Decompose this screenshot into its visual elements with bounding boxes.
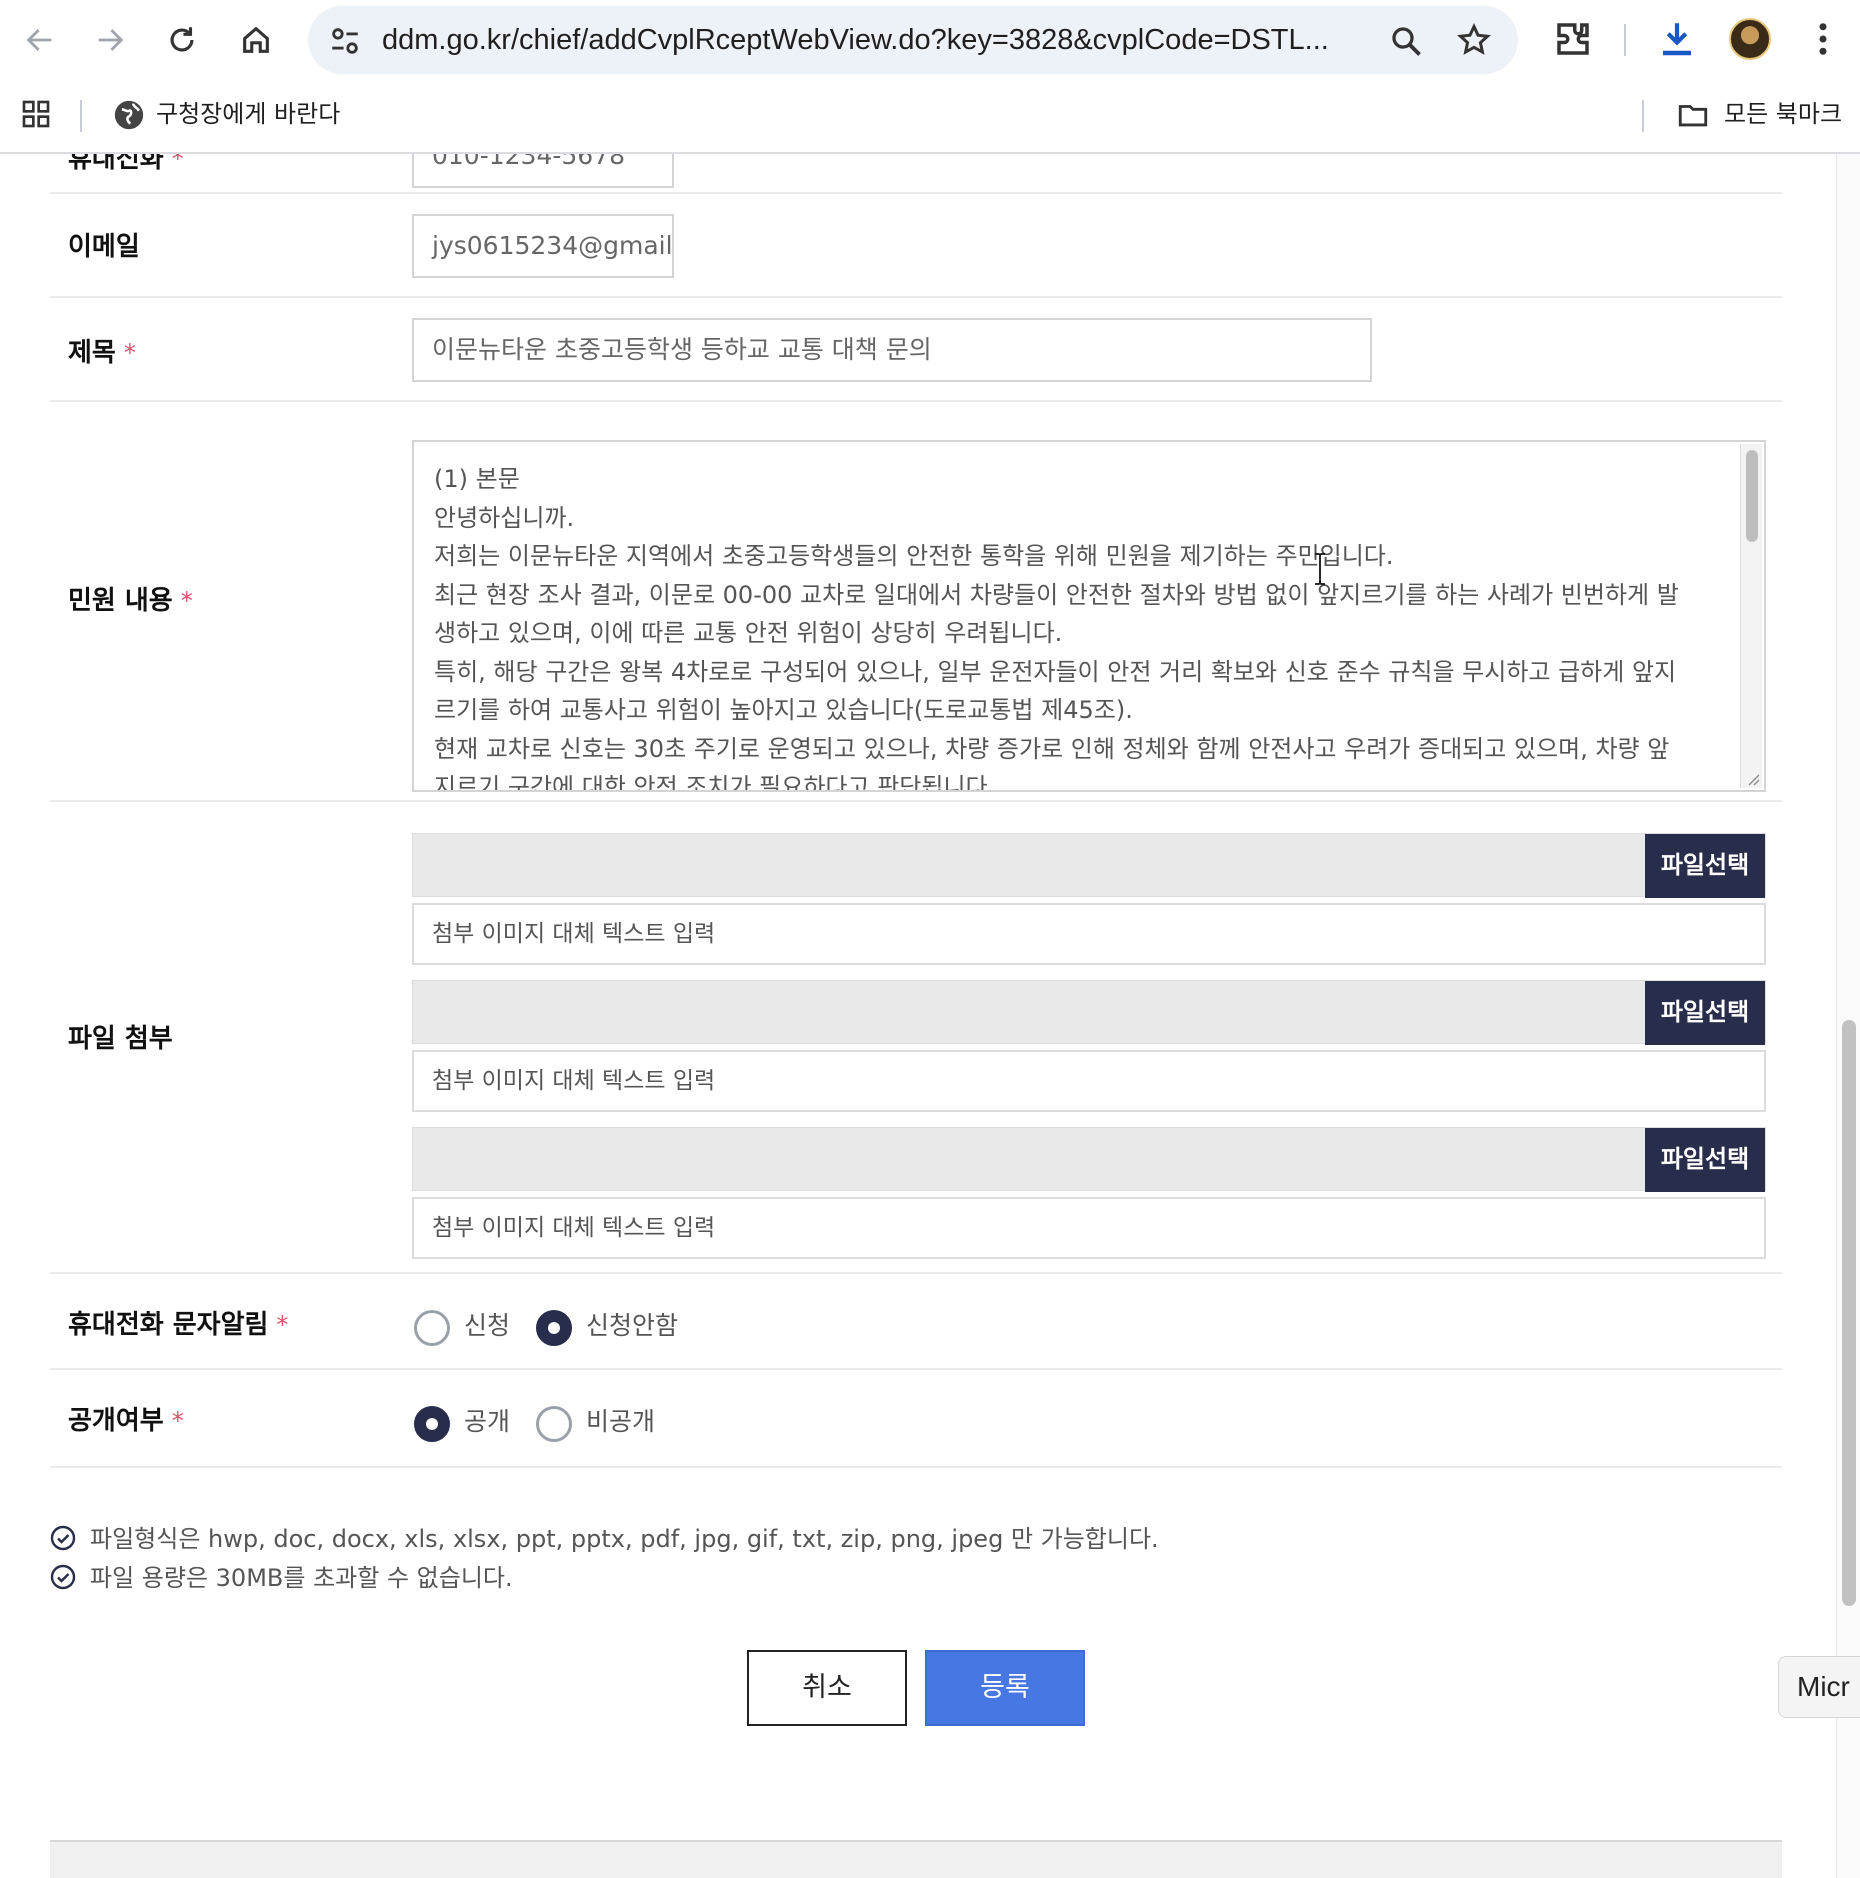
- alt-text-input[interactable]: 첨부 이미지 대체 텍스트 입력: [412, 1197, 1766, 1259]
- browser-toolbar: ddm.go.kr/chief/addCvplRceptWebView.do?k…: [0, 0, 1860, 80]
- check-circle-icon: [50, 1564, 76, 1590]
- visibility-option-private-label[interactable]: 비공개: [586, 1404, 655, 1440]
- textarea-scrollbar[interactable]: [1740, 444, 1762, 788]
- folder-icon[interactable]: [1676, 98, 1710, 132]
- file-slot-3[interactable]: 파일선택: [412, 1127, 1766, 1192]
- sms-radio-apply[interactable]: [414, 1310, 450, 1346]
- email-row: 이메일 jys0615234@gmail.cor: [50, 194, 1782, 298]
- profile-avatar[interactable]: [1729, 18, 1771, 60]
- all-bookmarks-link[interactable]: 모든 북마크: [1724, 96, 1842, 132]
- page-content: 휴대전화 * 010-1234-5678 이메일 jys0615234@gmail…: [0, 154, 1860, 1878]
- content-line: 저희는 이문뉴타운 지역에서 초중고등학생들의 안전한 통학을 위해 민원을 제…: [434, 542, 1394, 570]
- phone-label: 휴대전화 *: [68, 154, 184, 174]
- sms-option-decline-label[interactable]: 신청안함: [586, 1308, 678, 1344]
- email-label: 이메일: [68, 232, 140, 262]
- back-button[interactable]: [16, 16, 64, 64]
- reload-button[interactable]: [158, 16, 206, 64]
- attachments-label: 파일 첨부: [68, 1024, 173, 1054]
- visibility-radio-public[interactable]: [414, 1406, 450, 1442]
- globe-icon: [114, 100, 144, 130]
- content-text: (1) 본문안녕하십니까. 저희는 이문뉴타운 지역에서 초중고등학생들의 안전한…: [434, 460, 1724, 792]
- phone-input[interactable]: 010-1234-5678: [412, 154, 674, 188]
- content-line: 특히, 해당 구간은 왕복 4차로로 구성되어 있으나, 일부 운전자들이 안전…: [434, 657, 1677, 686]
- sms-label: 휴대전화 문자알림 *: [68, 1310, 289, 1340]
- sms-option-apply-label[interactable]: 신청: [464, 1308, 510, 1344]
- footer-bar: [50, 1840, 1782, 1878]
- arrow-left-icon: [26, 29, 52, 51]
- bookmark-star-icon[interactable]: [1456, 22, 1492, 58]
- arrow-right-icon: [98, 29, 124, 51]
- alt-text-input[interactable]: 첨부 이미지 대체 텍스트 입력: [412, 903, 1766, 965]
- zoom-icon[interactable]: [1388, 23, 1424, 59]
- content-line: (1) 본문: [434, 465, 520, 493]
- file-slot-2[interactable]: 파일선택: [412, 980, 1766, 1045]
- file-size-note: 파일 용량은 30MB를 초과할 수 없습니다.: [50, 1563, 513, 1593]
- title-label: 제목 *: [68, 338, 136, 368]
- title-input[interactable]: 이문뉴타운 초중고등학생 등하교 교통 대책 문의: [412, 318, 1372, 382]
- content-line: 생하고 있으며, 이에 따른 교통 안전 위험이 상당히 우려됩니다.: [434, 619, 1063, 647]
- bookmark-item[interactable]: 구청장에게 바란다: [156, 96, 340, 132]
- download-icon[interactable]: [1656, 18, 1698, 60]
- visibility-label: 공개여부 *: [68, 1406, 184, 1436]
- visibility-radio-private[interactable]: [536, 1406, 572, 1442]
- resize-grip-icon[interactable]: [1746, 772, 1760, 786]
- content-line: 최근 현장 조사 결과, 이문로 00-00 교차로 일대에서 차량들이 안전한…: [434, 580, 1679, 609]
- visibility-row: 공개여부 *: [50, 1370, 1782, 1468]
- home-icon: [243, 26, 269, 53]
- home-button[interactable]: [232, 16, 280, 64]
- content-line: 안녕하십니까.: [434, 503, 575, 532]
- site-info-icon[interactable]: [328, 24, 362, 58]
- bookmarks-bar: 구청장에게 바란다 모든 북마크: [0, 80, 1860, 154]
- page-scrollbar[interactable]: [1836, 154, 1860, 1878]
- reload-icon: [170, 27, 194, 52]
- content-line: 지르기 구간에 대한 안전 조치가 필요하다고 판단됩니다.: [434, 773, 996, 792]
- extensions-icon[interactable]: [1552, 18, 1594, 60]
- file-select-button[interactable]: 파일선택: [1645, 1128, 1765, 1192]
- submit-button[interactable]: 등록: [925, 1650, 1085, 1726]
- content-label: 민원 내용 *: [68, 586, 193, 616]
- page-scroll-thumb[interactable]: [1842, 1020, 1856, 1606]
- visibility-option-public-label[interactable]: 공개: [464, 1404, 510, 1440]
- file-select-button[interactable]: 파일선택: [1645, 834, 1765, 898]
- apps-grid-icon[interactable]: [20, 98, 52, 130]
- cancel-button[interactable]: 취소: [747, 1650, 907, 1726]
- file-select-button[interactable]: 파일선택: [1645, 981, 1765, 1045]
- toolbar-separator: [1624, 24, 1626, 56]
- file-slot-1[interactable]: 파일선택: [412, 833, 1766, 898]
- content-line: 현재 교차로 신호는 30초 주기로 운영되고 있으나, 차량 증가로 인해 정…: [434, 734, 1670, 763]
- address-bar[interactable]: ddm.go.kr/chief/addCvplRceptWebView.do?k…: [308, 6, 1518, 74]
- content-line: 르기를 하여 교통사고 위험이 높아지고 있습니다(도로교통법 제45조).: [434, 696, 1133, 724]
- phone-row: 휴대전화 * 010-1234-5678: [50, 154, 1782, 194]
- text-cursor-icon: [1315, 553, 1325, 585]
- sms-radio-decline[interactable]: [536, 1310, 572, 1346]
- more-menu-icon[interactable]: [1802, 18, 1844, 60]
- sms-row: 휴대전화 문자알림 *: [50, 1274, 1782, 1370]
- bookmarks-separator: [80, 100, 82, 132]
- bookmarks-separator: [1642, 100, 1644, 132]
- content-textarea[interactable]: (1) 본문안녕하십니까. 저희는 이문뉴타운 지역에서 초중고등학생들의 안전한…: [412, 440, 1766, 792]
- alt-text-input[interactable]: 첨부 이미지 대체 텍스트 입력: [412, 1050, 1766, 1112]
- forward-button[interactable]: [86, 16, 134, 64]
- url-text[interactable]: ddm.go.kr/chief/addCvplRceptWebView.do?k…: [382, 6, 1382, 74]
- file-format-note: 파일형식은 hwp, doc, docx, xls, xlsx, ppt, pp…: [50, 1524, 1159, 1554]
- title-row: 제목 * 이문뉴타운 초중고등학생 등하교 교통 대책 문의: [50, 298, 1782, 402]
- floating-app-pill[interactable]: Micr: [1778, 1656, 1860, 1718]
- check-circle-icon: [50, 1525, 76, 1551]
- textarea-scroll-thumb[interactable]: [1746, 450, 1758, 542]
- email-input[interactable]: jys0615234@gmail.cor: [412, 214, 674, 278]
